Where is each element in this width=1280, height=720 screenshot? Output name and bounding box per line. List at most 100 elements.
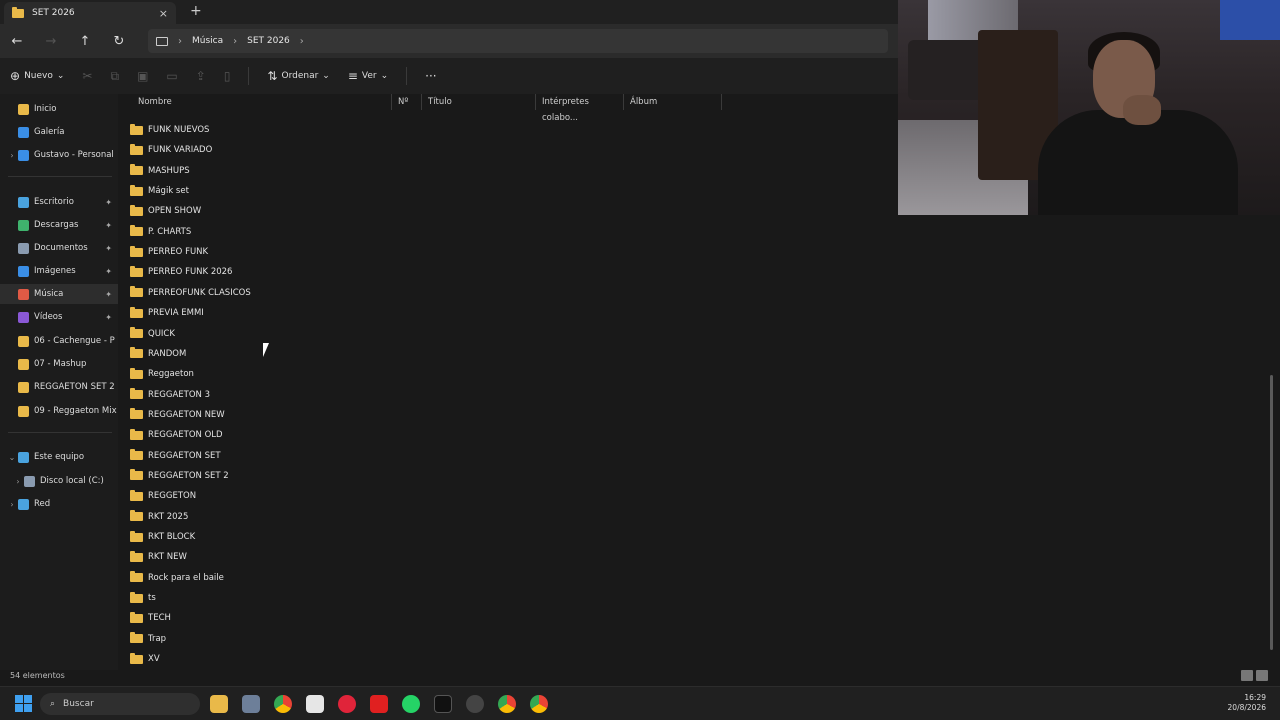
sidebar-item-folder[interactable]: 09 - Reggaeton Mix — [0, 401, 118, 421]
cut-icon: ✂ — [82, 69, 93, 83]
new-button[interactable]: ⊕ Nuevo ⌄ — [10, 69, 64, 83]
sidebar-item-folder[interactable]: REGGAETON SET 2 — [0, 377, 118, 397]
capcut-icon[interactable] — [306, 695, 324, 713]
sidebar-item-inicio[interactable]: Inicio — [0, 99, 118, 119]
sidebar-item-galeria[interactable]: Galería — [0, 122, 118, 142]
dj-software-icon[interactable] — [434, 695, 452, 713]
sidebar-item-red[interactable]: › Red — [0, 494, 118, 514]
system-clock[interactable]: 16:29 20/8/2026 — [1228, 693, 1266, 713]
more-button[interactable]: ··· — [425, 69, 436, 83]
file-row[interactable]: REGGAETON NEW — [124, 405, 225, 425]
chevron-right-icon[interactable]: › — [12, 477, 24, 486]
paste-button[interactable]: ▣ — [137, 69, 148, 83]
settings-icon[interactable] — [466, 695, 484, 713]
file-row[interactable]: TECH — [124, 608, 171, 628]
up-button[interactable]: ↑ — [68, 34, 102, 49]
folder-icon — [18, 405, 29, 417]
chevron-right-icon[interactable]: › — [6, 151, 18, 160]
file-row[interactable]: REGGAETON SET — [124, 446, 221, 466]
taskbar-search[interactable]: ⌕ Buscar — [40, 693, 200, 715]
youtube-icon[interactable] — [370, 695, 388, 713]
chevron-down-icon: ⌄ — [380, 71, 389, 81]
vertical-scrollbar[interactable] — [1270, 375, 1273, 650]
whatsapp-icon[interactable] — [402, 695, 420, 713]
forward-button[interactable]: → — [34, 34, 68, 49]
file-row[interactable]: REGGAETON OLD — [124, 425, 223, 445]
breadcrumb-set-2026[interactable]: SET 2026 — [247, 36, 290, 46]
file-row[interactable]: OPEN SHOW — [124, 201, 201, 221]
column-name[interactable]: Nombre — [120, 94, 392, 110]
column-album[interactable]: Álbum — [624, 94, 722, 110]
file-row[interactable]: RKT NEW — [124, 547, 187, 567]
chrome-profile-icon[interactable] — [498, 695, 516, 713]
cut-button[interactable]: ✂ — [82, 69, 92, 83]
sidebar-item-imagenes[interactable]: Imágenes ✦ — [0, 261, 118, 281]
calendar-app-icon[interactable] — [242, 695, 260, 713]
chrome-profile-icon[interactable] — [530, 695, 548, 713]
sidebar-item-label: Vídeos — [34, 312, 63, 322]
windows-start-icon[interactable] — [15, 695, 32, 712]
chrome-icon[interactable] — [274, 695, 292, 713]
file-row[interactable]: P. CHARTS — [124, 222, 191, 242]
file-row[interactable]: RKT BLOCK — [124, 527, 195, 547]
sidebar-item-documentos[interactable]: Documentos ✦ — [0, 238, 118, 258]
rename-button[interactable]: ▭ — [166, 69, 177, 83]
file-row[interactable]: Rock para el baile — [124, 568, 224, 588]
refresh-button[interactable]: ↻ — [102, 34, 136, 49]
sidebar-item-folder[interactable]: 07 - Mashup — [0, 354, 118, 374]
file-row[interactable]: Trap — [124, 629, 166, 649]
view-button[interactable]: ≡ Ver ⌄ — [348, 69, 388, 83]
file-row[interactable]: PERREOFUNK CLASICOS — [124, 283, 251, 303]
column-title[interactable]: Título — [422, 94, 536, 110]
sidebar-item-onedrive[interactable]: › Gustavo - Personal — [0, 145, 118, 165]
file-row[interactable]: RANDOM — [124, 344, 186, 364]
tab-set-2026[interactable]: SET 2026 × — [4, 2, 176, 24]
column-number[interactable]: Nº — [392, 94, 422, 110]
delete-button[interactable]: ▯ — [224, 69, 231, 83]
file-row[interactable]: RKT 2025 — [124, 507, 188, 527]
address-bar[interactable]: › Música › SET 2026 › — [148, 29, 888, 53]
chevron-right-icon[interactable]: › — [300, 36, 304, 47]
copy-button[interactable]: ⧉ — [110, 69, 119, 84]
sidebar-item-musica[interactable]: Música ✦ — [0, 284, 118, 304]
close-tab-icon[interactable]: × — [159, 7, 168, 20]
file-row[interactable]: REGGAETON 3 — [124, 385, 210, 405]
file-row[interactable]: ts — [124, 588, 156, 608]
file-row[interactable]: REGGETON — [124, 486, 196, 506]
sidebar-item-este-equipo[interactable]: ⌄ Este equipo — [0, 447, 118, 467]
back-button[interactable]: ← — [0, 34, 34, 49]
chevron-right-icon[interactable]: › — [6, 500, 18, 509]
file-row[interactable]: PREVIA EMMI — [124, 303, 204, 323]
copy-icon: ⧉ — [110, 68, 120, 83]
divider — [248, 67, 250, 85]
file-name: RANDOM — [148, 348, 187, 359]
file-name: Reggaeton — [148, 369, 194, 380]
file-row[interactable]: MASHUPS — [124, 161, 190, 181]
sidebar-item-videos[interactable]: Vídeos ✦ — [0, 307, 118, 327]
folder-icon — [18, 335, 29, 347]
breadcrumb-musica[interactable]: Música — [192, 36, 223, 46]
column-artists[interactable]: Intérpretes colabo... — [536, 94, 624, 123]
sidebar-item-folder[interactable]: 06 - Cachengue - P — [0, 331, 118, 351]
file-row[interactable]: PERREO FUNK — [124, 242, 208, 262]
sidebar-item-disco-local[interactable]: › Disco local (C:) — [0, 471, 118, 491]
file-name: RKT NEW — [148, 552, 187, 563]
sidebar-item-escritorio[interactable]: Escritorio ✦ — [0, 192, 118, 212]
file-explorer-icon[interactable] — [210, 695, 228, 713]
chevron-down-icon[interactable]: ⌄ — [6, 453, 18, 462]
music-app-icon[interactable] — [338, 695, 356, 713]
share-button[interactable]: ⇪ — [196, 69, 206, 83]
file-row[interactable]: QUICK — [124, 324, 175, 344]
sort-button[interactable]: ⇅ Ordenar ⌄ — [267, 69, 329, 83]
file-row[interactable]: FUNK VARIADO — [124, 140, 212, 160]
sidebar-item-descargas[interactable]: Descargas ✦ — [0, 215, 118, 235]
file-row[interactable]: Reggaeton — [124, 364, 194, 384]
file-row[interactable]: XV — [124, 649, 160, 669]
file-row[interactable]: FUNK NUEVOS — [124, 120, 209, 140]
file-row[interactable]: Mágik set — [124, 181, 189, 201]
file-row[interactable]: PERREO FUNK 2026 — [124, 262, 232, 282]
details-view-button[interactable] — [1241, 670, 1253, 681]
new-tab-button[interactable]: + — [190, 3, 202, 19]
tiles-view-button[interactable] — [1256, 670, 1268, 681]
file-row[interactable]: REGGAETON SET 2 — [124, 466, 229, 486]
